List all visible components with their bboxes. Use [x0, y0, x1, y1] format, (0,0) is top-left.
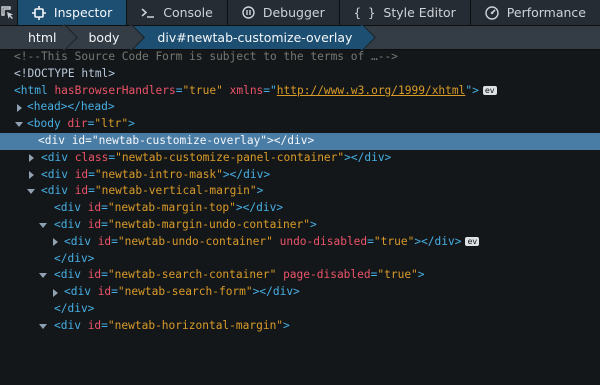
- breadcrumb-body[interactable]: body: [68, 26, 136, 49]
- search-form-id: "newtab-search-form": [117, 285, 253, 299]
- tree-row-close-div[interactable]: </div>: [0, 251, 600, 268]
- inspector-icon: [31, 5, 46, 20]
- tab-style-editor-label: Style Editor: [383, 5, 456, 20]
- expanded-arrow-icon: [27, 189, 35, 195]
- undo-container-id: "newtab-undo-container": [117, 234, 273, 248]
- undo-disabled-value: "true": [373, 234, 415, 248]
- margin-top-id: "newtab-margin-top": [107, 201, 236, 215]
- customize-overlay-id: "newtab-customize-overlay": [91, 133, 268, 147]
- tree-row-margin-undo-container[interactable]: <div id="newtab-margin-undo-container">: [0, 217, 600, 234]
- tree-row-customize-overlay[interactable]: <div id="newtab-customize-overlay"></div…: [0, 132, 600, 150]
- doctype-node: <!DOCTYPE html>: [14, 66, 116, 80]
- tree-row-close-div-2[interactable]: </div>: [0, 301, 600, 318]
- tab-console[interactable]: Console: [127, 0, 228, 25]
- devtools-toolbar: Inspector Console Debugger { } Style Edi…: [0, 0, 600, 26]
- tree-row-undo-container[interactable]: <div id="newtab-undo-container" undo-dis…: [0, 234, 600, 251]
- style-editor-icon: { }: [353, 5, 376, 20]
- horizontal-margin-id: "newtab-horizontal-margin": [107, 318, 284, 332]
- tab-debugger[interactable]: Debugger: [228, 0, 340, 25]
- tree-row-doctype[interactable]: <!DOCTYPE html>: [0, 66, 600, 83]
- comment-node: <!--This Source Code Form is subject to …: [14, 50, 398, 63]
- performance-icon: [485, 5, 499, 20]
- tree-row-search-container[interactable]: <div id="newtab-search-container" page-d…: [0, 267, 600, 284]
- tree-row-head[interactable]: <head></head>: [0, 99, 600, 116]
- expand-toggle-horizontal-margin[interactable]: [38, 318, 48, 335]
- breadcrumb: html body div#newtab-customize-overlay: [0, 26, 600, 50]
- tree-row-body[interactable]: <body dir="ltr">: [0, 116, 600, 133]
- page-disabled-attr: page-disabled: [283, 268, 371, 282]
- breadcrumb-selected-node[interactable]: div#newtab-customize-overlay: [135, 26, 367, 49]
- element-picker-button[interactable]: [0, 0, 18, 25]
- tree-row-vertical-margin[interactable]: <div id="newtab-vertical-margin">: [0, 183, 600, 200]
- expanded-arrow-icon: [15, 122, 23, 128]
- tab-debugger-label: Debugger: [262, 5, 325, 20]
- tree-row-comment[interactable]: <!--This Source Code Form is subject to …: [0, 49, 600, 66]
- expanded-arrow-icon: [39, 273, 47, 279]
- breadcrumb-body-label: body: [88, 30, 120, 45]
- collapsed-arrow-icon: [28, 170, 34, 179]
- expanded-arrow-icon: [39, 222, 47, 228]
- expand-toggle-vertical-margin[interactable]: [26, 183, 36, 200]
- margin-undo-container-id: "newtab-margin-undo-container": [107, 217, 310, 231]
- xmlns-link[interactable]: http://www.w3.org/1999/xhtml: [277, 84, 466, 97]
- tab-performance-label: Performance: [506, 5, 586, 20]
- expand-toggle-undo-container[interactable]: [50, 234, 60, 251]
- tree-row-horizontal-margin[interactable]: <div id="newtab-horizontal-margin">: [0, 318, 600, 335]
- head-node: <head></head>: [27, 100, 115, 114]
- tree-row-intro-mask[interactable]: <div id="newtab-intro-mask"></div>: [0, 167, 600, 184]
- console-icon: [141, 7, 155, 18]
- markup-tree: <!--This Source Code Form is subject to …: [0, 49, 600, 339]
- tab-inspector-label: Inspector: [53, 5, 113, 20]
- html-attr-handlers: hasBrowserHandlers: [54, 83, 176, 97]
- tree-row-panel-container[interactable]: <div class="newtab-customize-panel-conta…: [0, 150, 600, 167]
- vertical-margin-id: "newtab-vertical-margin": [94, 184, 257, 198]
- intro-mask-id: "newtab-intro-mask": [94, 167, 223, 181]
- page-disabled-value: "true": [377, 268, 418, 282]
- event-badge[interactable]: ev: [465, 236, 480, 246]
- closing-div-tag: </div>: [54, 301, 95, 315]
- tab-inspector[interactable]: Inspector: [17, 0, 128, 25]
- body-attr-dir-value: "ltr": [94, 117, 129, 131]
- breadcrumb-html-label: html: [28, 30, 57, 45]
- expand-toggle-margin-undo[interactable]: [38, 217, 48, 234]
- event-badge[interactable]: ev: [482, 85, 497, 95]
- panel-container-class: "newtab-customize-panel-container": [115, 150, 345, 164]
- html-attr-handlers-value: "true": [182, 83, 223, 97]
- collapsed-arrow-icon: [52, 288, 58, 297]
- expand-toggle-body[interactable]: [14, 116, 24, 133]
- expand-toggle-panel-container[interactable]: [26, 150, 36, 167]
- body-tag: <body: [27, 117, 61, 131]
- breadcrumb-html[interactable]: html: [0, 26, 69, 49]
- tab-performance[interactable]: Performance: [471, 0, 600, 25]
- debugger-icon: [242, 6, 255, 19]
- html-tag: <html: [14, 83, 48, 97]
- collapsed-arrow-icon: [28, 154, 34, 163]
- tree-row-html[interactable]: <html hasBrowserHandlers="true" xmlns="h…: [0, 83, 600, 100]
- collapsed-arrow-icon: [52, 238, 58, 247]
- expand-toggle-search-form[interactable]: [50, 284, 60, 301]
- tab-console-label: Console: [163, 5, 213, 20]
- element-picker-icon: [1, 5, 14, 19]
- tree-row-margin-top[interactable]: <div id="newtab-margin-top"></div>: [0, 200, 600, 217]
- breadcrumb-selected-label: div#newtab-customize-overlay: [157, 30, 353, 45]
- tree-row-search-form[interactable]: <div id="newtab-search-form"></div>: [0, 284, 600, 301]
- tab-style-editor[interactable]: { } Style Editor: [340, 0, 471, 25]
- search-container-id: "newtab-search-container": [107, 268, 277, 282]
- body-attr-dir: dir: [67, 117, 88, 131]
- expand-toggle-intro-mask[interactable]: [26, 167, 36, 184]
- expand-toggle-search-container[interactable]: [38, 267, 48, 284]
- expanded-arrow-icon: [39, 323, 47, 329]
- expand-toggle-head[interactable]: [14, 99, 24, 116]
- undo-disabled-attr: undo-disabled: [279, 234, 368, 248]
- collapsed-arrow-icon: [16, 103, 22, 112]
- closing-div-tag: </div>: [54, 251, 95, 265]
- html-attr-xmlns: xmlns: [229, 83, 264, 97]
